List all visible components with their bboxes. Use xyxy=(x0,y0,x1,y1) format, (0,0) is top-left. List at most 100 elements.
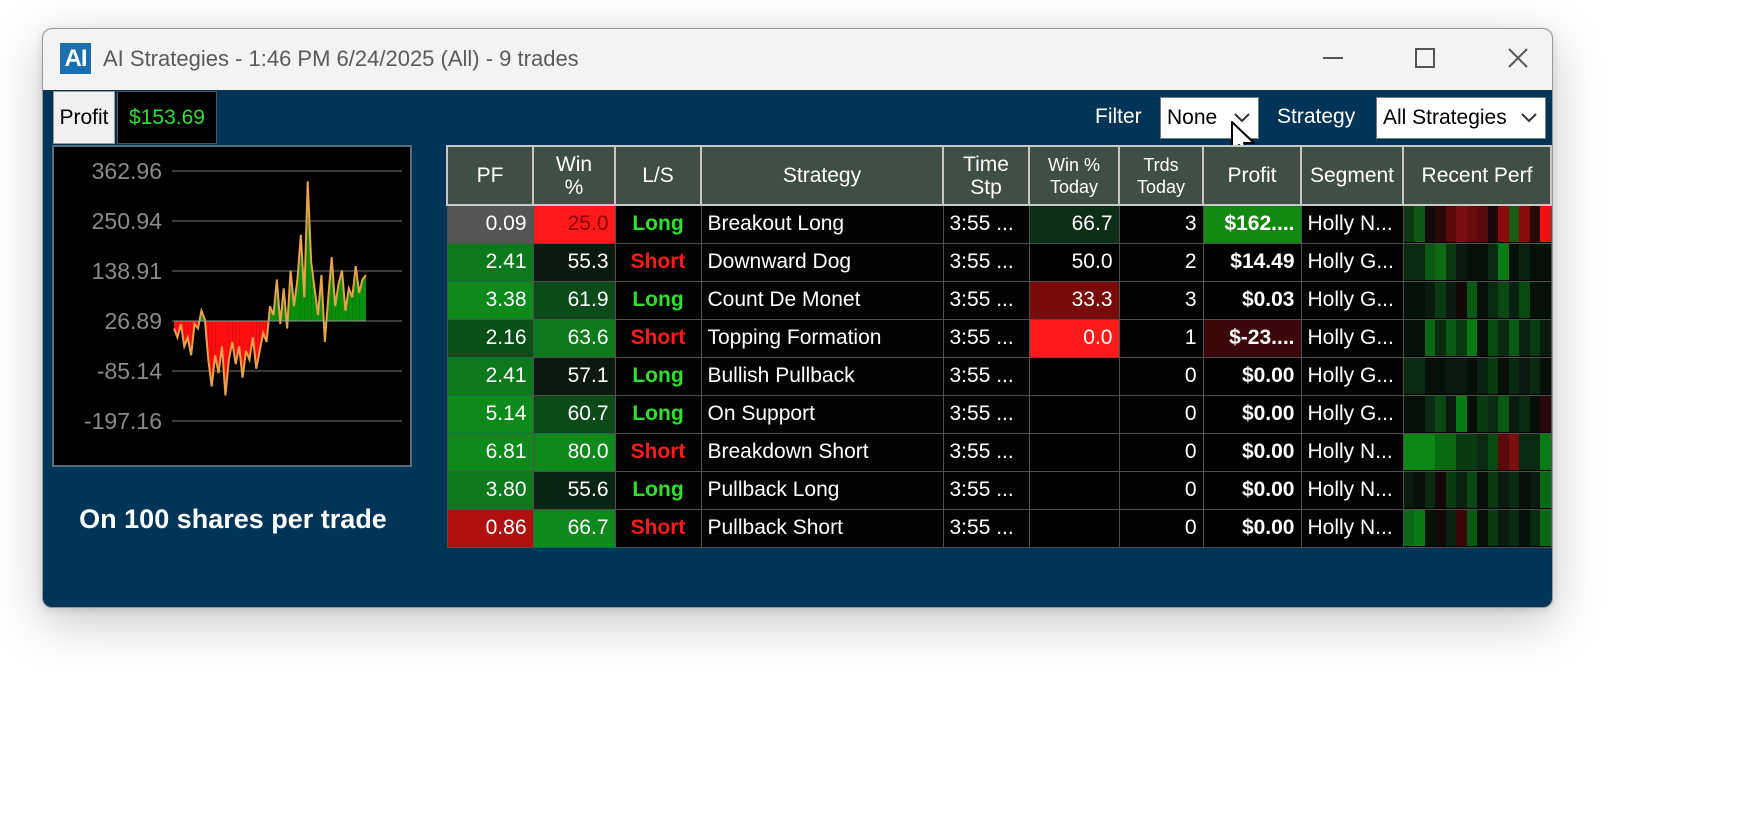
profit-chart-svg: 362.96 250.94 138.91 26.89 -85.14 -197.16 xyxy=(84,158,402,434)
strategy-name-cell: Downward Dog xyxy=(700,242,944,282)
recent-perf-block xyxy=(1445,396,1456,432)
strategy-name-cell: Breakdown Short xyxy=(700,432,944,472)
win-pct-cell: 60.7 xyxy=(532,394,616,434)
chart-y-tick-label: 362.96 xyxy=(92,158,162,184)
table-row[interactable]: 0.86 66.7 Short Pullback Short 3:55 ... 0 $0.0… xyxy=(446,508,1552,548)
profit-cell: $14.49 xyxy=(1202,242,1302,282)
filter-select-value: None xyxy=(1167,106,1218,129)
table-row[interactable]: 5.14 60.7 Long On Support 3:55 ... 0 $0.00 Holl… xyxy=(446,394,1552,434)
strategy-select[interactable]: All Strategies xyxy=(1376,97,1546,139)
segment-cell: Holly N... xyxy=(1300,508,1404,548)
profit-label: Profit xyxy=(53,91,115,144)
recent-perf-block xyxy=(1508,434,1519,470)
recent-perf-block xyxy=(1498,358,1509,394)
time-stop-cell: 3:55 ... xyxy=(942,280,1030,320)
recent-perf-block xyxy=(1487,434,1498,470)
recent-perf-block xyxy=(1424,396,1435,432)
recent-perf-block xyxy=(1508,358,1519,394)
win-pct-today-cell: 66.7 xyxy=(1028,204,1120,244)
pf-cell: 2.41 xyxy=(446,242,534,282)
recent-perf-block xyxy=(1404,320,1414,356)
minimize-icon[interactable] xyxy=(1313,43,1353,73)
chart-profit-line xyxy=(173,181,367,396)
column-header-time[interactable]: Time Stp xyxy=(942,145,1030,206)
pf-cell: 6.81 xyxy=(446,432,534,472)
recent-perf-block xyxy=(1487,472,1498,508)
table-row[interactable]: 6.81 80.0 Short Breakdown Short 3:55 ... 0 $0.… xyxy=(446,432,1552,472)
column-header-win-today[interactable]: Win % Today xyxy=(1028,145,1120,206)
time-stop-cell: 3:55 ... xyxy=(942,356,1030,396)
column-header-pf[interactable]: PF xyxy=(446,145,534,206)
strategy-name-cell: Topping Formation xyxy=(700,318,944,358)
long-short-cell: Long xyxy=(614,394,702,434)
recent-perf-block xyxy=(1477,206,1488,242)
recent-perf-block xyxy=(1435,434,1446,470)
column-header-win[interactable]: Win % xyxy=(532,145,616,206)
column-header-recent-perf[interactable]: Recent Perf xyxy=(1402,145,1552,206)
recent-perf-block xyxy=(1508,320,1519,356)
table-row[interactable]: 3.80 55.6 Long Pullback Long 3:55 ... 0 $0.00 H… xyxy=(446,470,1552,510)
strategy-name-cell: Count De Monet xyxy=(700,280,944,320)
recent-perf-cell xyxy=(1402,242,1552,282)
recent-perf-block xyxy=(1529,282,1540,318)
recent-perf-block xyxy=(1477,244,1488,280)
table-row[interactable]: 2.16 63.6 Short Topping Formation 3:55 ... 0.… xyxy=(446,318,1552,358)
table-row[interactable]: 3.38 61.9 Long Count De Monet 3:55 ... 33.3 3 $… xyxy=(446,280,1552,320)
recent-perf-block xyxy=(1519,282,1530,318)
profit-cell: $0.00 xyxy=(1202,508,1302,548)
recent-perf-block xyxy=(1424,510,1435,546)
recent-perf-block xyxy=(1466,510,1477,546)
win-pct-cell: 55.6 xyxy=(532,470,616,510)
recent-perf-block xyxy=(1519,434,1530,470)
recent-perf-block xyxy=(1540,320,1550,356)
column-header-trades-today[interactable]: Trds Today xyxy=(1118,145,1204,206)
table-row[interactable]: 0.09 25.0 Long Breakout Long 3:55 ... 66.7 3 $1… xyxy=(446,204,1552,244)
recent-perf-block xyxy=(1540,206,1550,242)
win-pct-today-cell xyxy=(1028,356,1120,396)
recent-perf-block xyxy=(1424,206,1435,242)
recent-perf-block xyxy=(1445,206,1456,242)
recent-perf-block xyxy=(1445,320,1456,356)
chart-y-tick-label: -85.14 xyxy=(97,358,162,384)
column-header-strategy[interactable]: Strategy xyxy=(700,145,944,206)
title-bar[interactable]: AI AI Strategies - 1:46 PM 6/24/2025 (Al… xyxy=(43,29,1552,90)
recent-perf-block xyxy=(1414,434,1425,470)
win-pct-today-cell: 0.0 xyxy=(1028,318,1120,358)
recent-perf-block xyxy=(1414,358,1425,394)
table-body: 0.09 25.0 Long Breakout Long 3:55 ... 66.7 3 $1… xyxy=(446,204,1552,548)
recent-perf-block xyxy=(1414,206,1425,242)
column-header-profit[interactable]: Profit xyxy=(1202,145,1302,206)
recent-perf-block xyxy=(1498,396,1509,432)
trades-today-cell: 0 xyxy=(1118,394,1204,434)
recent-perf-block xyxy=(1414,472,1425,508)
maximize-icon[interactable] xyxy=(1405,43,1445,73)
recent-perf-cell xyxy=(1402,470,1552,510)
recent-perf-block xyxy=(1519,358,1530,394)
recent-perf-block xyxy=(1456,434,1467,470)
recent-perf-block xyxy=(1456,510,1467,546)
recent-perf-strip xyxy=(1404,472,1550,508)
recent-perf-block xyxy=(1414,244,1425,280)
recent-perf-block xyxy=(1404,396,1414,432)
table-row[interactable]: 2.41 55.3 Short Downward Dog 3:55 ... 50.0 2 $1… xyxy=(446,242,1552,282)
trades-today-cell: 0 xyxy=(1118,470,1204,510)
trades-today-cell: 3 xyxy=(1118,280,1204,320)
column-header-ls[interactable]: L/S xyxy=(614,145,702,206)
long-short-cell: Short xyxy=(614,508,702,548)
strategy-select-value: All Strategies xyxy=(1383,106,1507,129)
recent-perf-block xyxy=(1466,358,1477,394)
recent-perf-block xyxy=(1456,320,1467,356)
recent-perf-block xyxy=(1508,472,1519,508)
pf-cell: 2.16 xyxy=(446,318,534,358)
recent-perf-block xyxy=(1424,320,1435,356)
column-header-segment[interactable]: Segment xyxy=(1300,145,1404,206)
recent-perf-block xyxy=(1477,320,1488,356)
recent-perf-block xyxy=(1498,472,1509,508)
recent-perf-block xyxy=(1414,320,1425,356)
chart-y-tick-label: -197.16 xyxy=(84,408,162,434)
recent-perf-block xyxy=(1498,244,1509,280)
pf-cell: 0.86 xyxy=(446,508,534,548)
table-row[interactable]: 2.41 57.1 Long Bullish Pullback 3:55 ... 0 $0.… xyxy=(446,356,1552,396)
close-icon[interactable] xyxy=(1498,43,1538,73)
segment-cell: Holly G... xyxy=(1300,356,1404,396)
